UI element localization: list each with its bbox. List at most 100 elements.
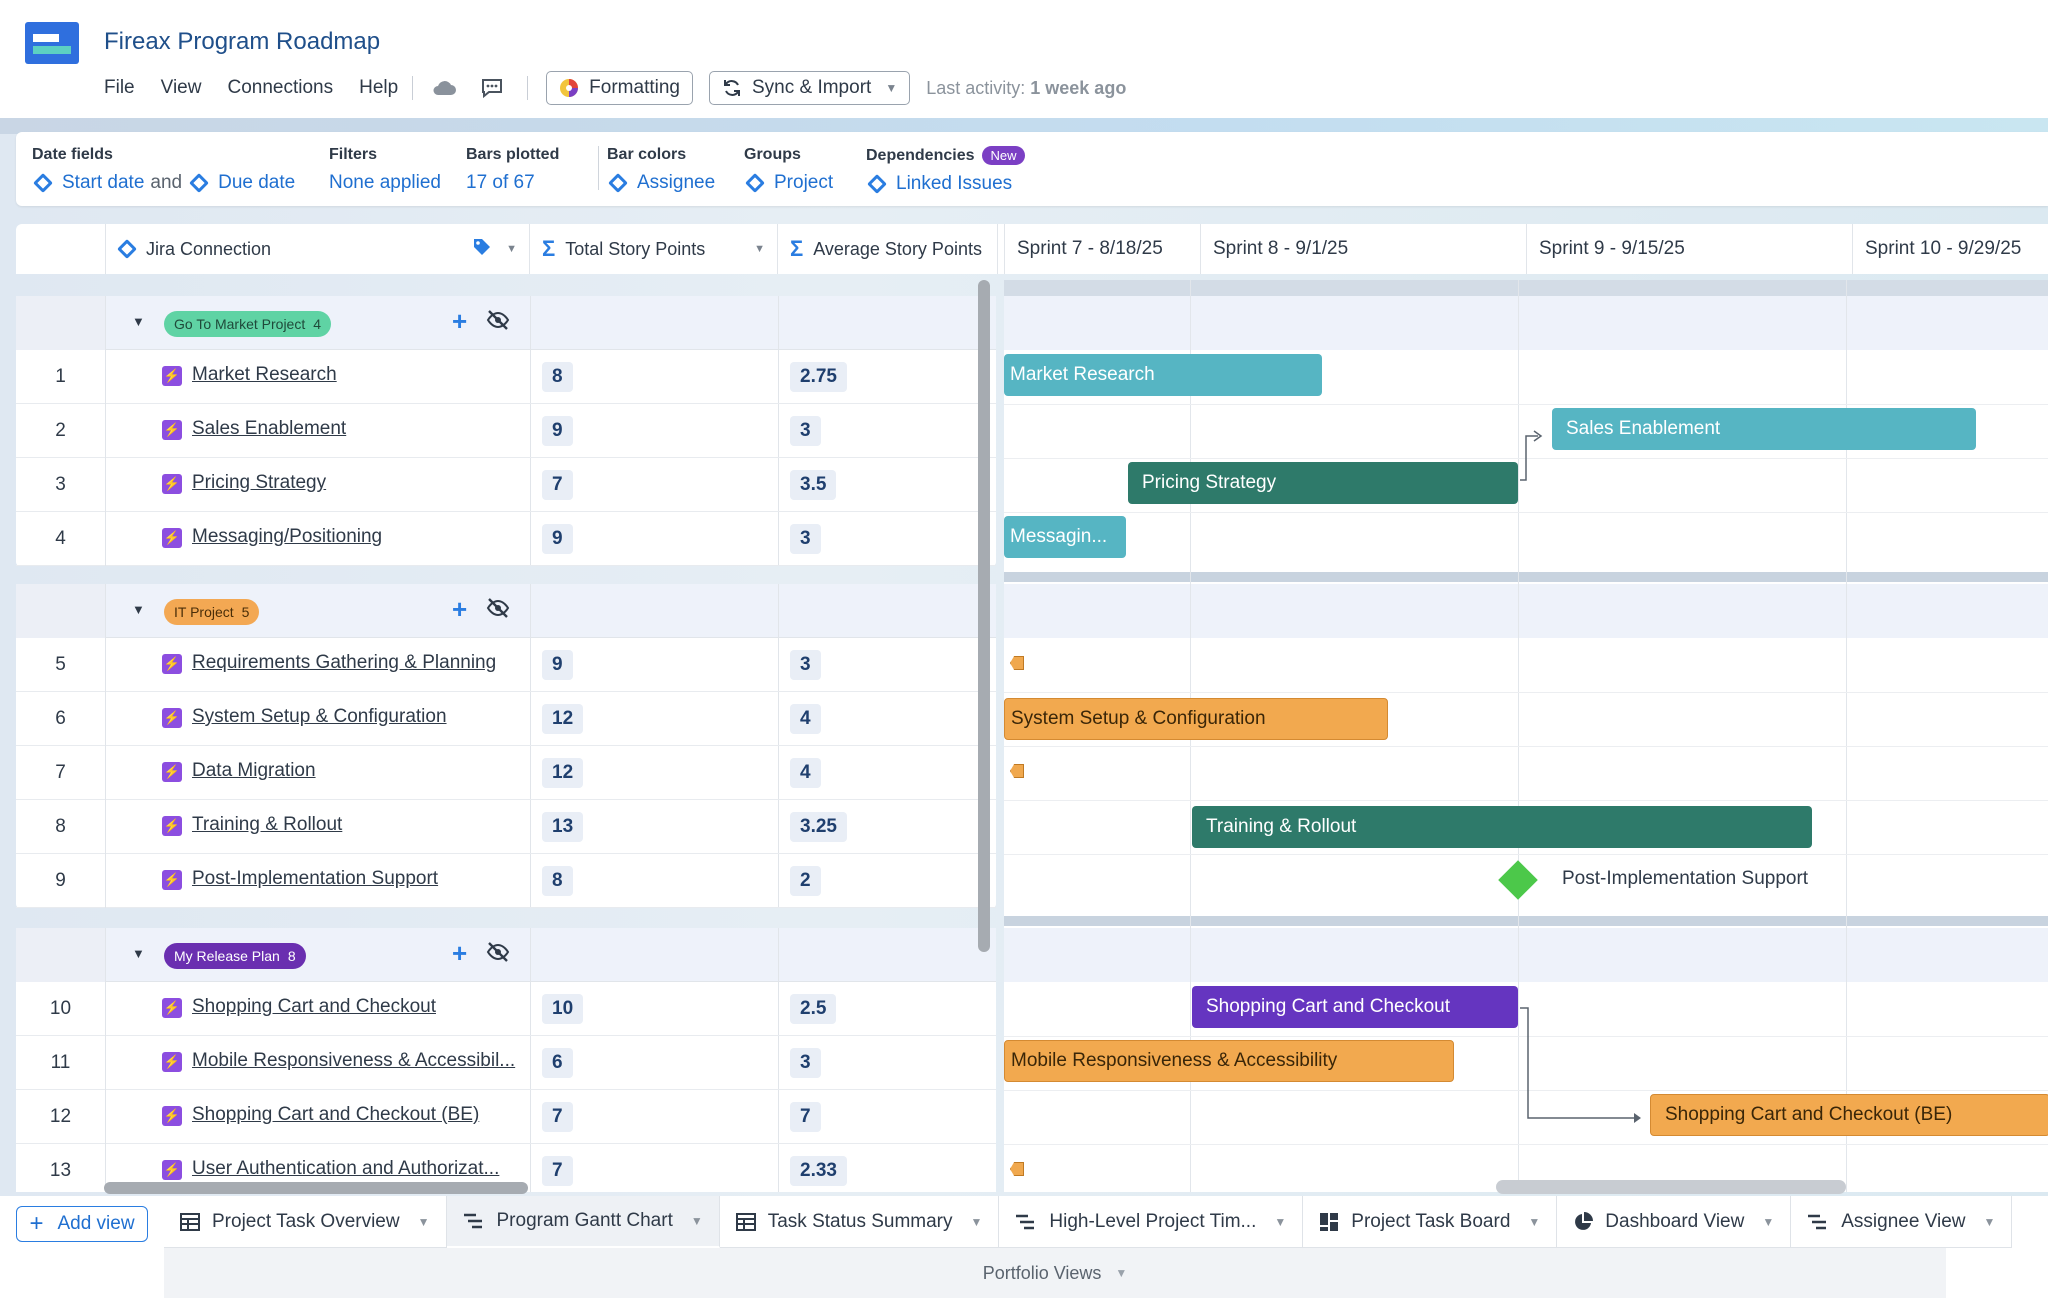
table-row[interactable]: 1 ⚡ Market Research 8 2.75 <box>16 350 996 404</box>
gantt-bar-system-setup[interactable]: System Setup & Configuration <box>1004 698 1388 740</box>
groups-value[interactable]: Project <box>774 172 833 194</box>
add-item-plus-icon[interactable]: + <box>452 594 467 625</box>
table-row[interactable]: 7 ⚡ Data Migration 12 4 <box>16 746 996 800</box>
hide-eye-slash-icon[interactable] <box>486 598 510 623</box>
chevron-down-icon[interactable]: ▼ <box>1984 1215 1996 1229</box>
table-row[interactable]: 5 ⚡ Requirements Gathering & Planning 9 3 <box>16 638 996 692</box>
chevron-down-icon[interactable]: ▼ <box>506 243 517 255</box>
issue-link[interactable]: Post-Implementation Support <box>192 868 438 890</box>
issue-link[interactable]: Sales Enablement <box>192 418 346 440</box>
menu-file[interactable]: File <box>104 77 135 99</box>
issue-link[interactable]: Messaging/Positioning <box>192 526 382 548</box>
collapse-toggle-icon[interactable]: ▼ <box>132 314 145 329</box>
tab-task-status-summary[interactable]: Task Status Summary ▼ <box>719 1196 1000 1248</box>
bars-plotted-value[interactable]: 17 of 67 <box>466 172 559 194</box>
collapse-toggle-icon[interactable]: ▼ <box>132 602 145 617</box>
dependencies-label: Dependencies <box>866 146 975 164</box>
bar-colors-setting[interactable]: Bar colors Assignee <box>607 146 715 194</box>
tag-icon[interactable] <box>472 237 492 262</box>
table-row[interactable]: 8 ⚡ Training & Rollout 13 3.25 <box>16 800 996 854</box>
chevron-down-icon[interactable]: ▼ <box>418 1215 430 1229</box>
filters-setting[interactable]: Filters None applied <box>329 146 441 194</box>
gantt-bar-shopping-cart-be[interactable]: Shopping Cart and Checkout (BE) <box>1650 1094 2048 1136</box>
filters-value[interactable]: None applied <box>329 172 441 194</box>
table-row[interactable]: 4 ⚡ Messaging/Positioning 9 3 <box>16 512 996 566</box>
chevron-down-icon[interactable]: ▼ <box>971 1215 983 1229</box>
collapse-toggle-icon[interactable]: ▼ <box>132 946 145 961</box>
gantt-horizontal-scrollbar[interactable] <box>1496 1180 1846 1194</box>
gantt-bar-mobile-responsiveness[interactable]: Mobile Responsiveness & Accessibility <box>1004 1040 1454 1082</box>
total-story-points-column-header[interactable]: Σ Total Story Points ▼ <box>530 224 778 274</box>
formatting-button[interactable]: Formatting <box>546 71 693 105</box>
epic-icon: ⚡ <box>162 420 182 440</box>
gantt-bar-messaging[interactable]: Messagin... <box>1004 516 1126 558</box>
issue-link[interactable]: Data Migration <box>192 760 316 782</box>
cloud-icon[interactable] <box>431 75 457 101</box>
due-date-value[interactable]: Due date <box>218 172 295 194</box>
jira-connection-column-header[interactable]: Jira Connection ▼ <box>106 224 530 274</box>
menu-connections[interactable]: Connections <box>227 77 333 99</box>
menu-help[interactable]: Help <box>359 77 398 99</box>
avg-points: 3 <box>790 524 821 554</box>
sync-import-button[interactable]: Sync & Import ▼ <box>708 71 911 105</box>
table-row[interactable]: 3 ⚡ Pricing Strategy 7 3.5 <box>16 458 996 512</box>
tab-program-gantt-chart[interactable]: Program Gantt Chart ▼ <box>446 1196 720 1248</box>
table-row[interactable]: 11 ⚡ Mobile Responsiveness & Accessibil...… <box>16 1036 996 1090</box>
last-activity-value: 1 week ago <box>1030 77 1127 98</box>
issue-link[interactable]: Market Research <box>192 364 337 386</box>
groups-setting[interactable]: Groups Project <box>744 146 833 194</box>
hide-eye-slash-icon[interactable] <box>486 310 510 335</box>
tab-project-task-overview[interactable]: Project Task Overview ▼ <box>164 1196 447 1248</box>
add-item-plus-icon[interactable]: + <box>452 306 467 337</box>
bar-colors-value[interactable]: Assignee <box>637 172 715 194</box>
chevron-down-icon[interactable]: ▼ <box>1528 1215 1540 1229</box>
chevron-down-icon[interactable]: ▼ <box>691 1214 703 1228</box>
dependencies-setting[interactable]: Dependencies New Linked Issues <box>866 146 1025 195</box>
gantt-bar-sales-enablement[interactable]: Sales Enablement <box>1552 408 1976 450</box>
date-fields-setting[interactable]: Date fields Start date and Due date <box>32 146 295 194</box>
chevron-down-icon[interactable]: ▼ <box>754 243 765 255</box>
gantt-bar-shopping-cart[interactable]: Shopping Cart and Checkout <box>1192 986 1518 1028</box>
add-item-plus-icon[interactable]: + <box>452 938 467 969</box>
dependencies-value[interactable]: Linked Issues <box>896 173 1012 195</box>
start-date-value[interactable]: Start date <box>62 172 144 194</box>
tab-assignee-view[interactable]: Assignee View ▼ <box>1791 1196 2013 1248</box>
add-view-button[interactable]: + Add view <box>16 1206 148 1242</box>
issue-link[interactable]: Mobile Responsiveness & Accessibil... <box>192 1050 515 1072</box>
table-row[interactable]: 6 ⚡ System Setup & Configuration 12 4 <box>16 692 996 746</box>
table-row[interactable]: 10 ⚡ Shopping Cart and Checkout 10 2.5 <box>16 982 996 1036</box>
and-label: and <box>150 172 183 193</box>
issue-link[interactable]: Shopping Cart and Checkout (BE) <box>192 1104 479 1126</box>
portfolio-views-bar[interactable]: Portfolio Views ▼ <box>164 1248 1946 1298</box>
vertical-scrollbar[interactable] <box>978 280 990 952</box>
average-story-points-column-header[interactable]: Σ Average Story Points <box>778 224 998 274</box>
issue-link[interactable]: Training & Rollout <box>192 814 342 836</box>
tab-dashboard-view[interactable]: Dashboard View ▼ <box>1557 1196 1792 1248</box>
avg-points: 2 <box>790 866 821 896</box>
add-view-label: Add view <box>57 1213 135 1234</box>
menu-view[interactable]: View <box>161 77 202 99</box>
comment-icon[interactable] <box>479 75 505 101</box>
hide-eye-slash-icon[interactable] <box>486 942 510 967</box>
issue-link[interactable]: Shopping Cart and Checkout <box>192 996 436 1018</box>
chevron-down-icon[interactable]: ▼ <box>1274 1215 1286 1229</box>
chevron-down-icon[interactable]: ▼ <box>1762 1215 1774 1229</box>
issue-link[interactable]: System Setup & Configuration <box>192 706 447 728</box>
jira-diamond-icon <box>33 173 53 193</box>
bars-plotted-setting[interactable]: Bars plotted 17 of 67 <box>466 146 559 194</box>
issue-link[interactable]: User Authentication and Authorizat... <box>192 1158 499 1180</box>
group-go-to-market: ▼ Go To Market Project 4 + 1 ⚡ Market Resea… <box>16 296 996 566</box>
tab-high-level-project-timeline[interactable]: High-Level Project Tim... ▼ <box>999 1196 1304 1248</box>
total-points: 6 <box>542 1048 573 1078</box>
gantt-bar-pricing-strategy[interactable]: Pricing Strategy <box>1128 462 1518 504</box>
grid-horizontal-scrollbar[interactable] <box>104 1182 528 1194</box>
gantt-bar-market-research[interactable]: Market Research <box>1004 354 1322 396</box>
issue-link[interactable]: Requirements Gathering & Planning <box>192 652 496 674</box>
total-points: 9 <box>542 416 573 446</box>
table-row[interactable]: 2 ⚡ Sales Enablement 9 3 <box>16 404 996 458</box>
table-row[interactable]: 9 ⚡ Post-Implementation Support 8 2 <box>16 854 996 908</box>
tab-project-task-board[interactable]: Project Task Board ▼ <box>1303 1196 1558 1248</box>
table-row[interactable]: 12 ⚡ Shopping Cart and Checkout (BE) 7 7 <box>16 1090 996 1144</box>
gantt-bar-training-rollout[interactable]: Training & Rollout <box>1192 806 1812 848</box>
issue-link[interactable]: Pricing Strategy <box>192 472 326 494</box>
